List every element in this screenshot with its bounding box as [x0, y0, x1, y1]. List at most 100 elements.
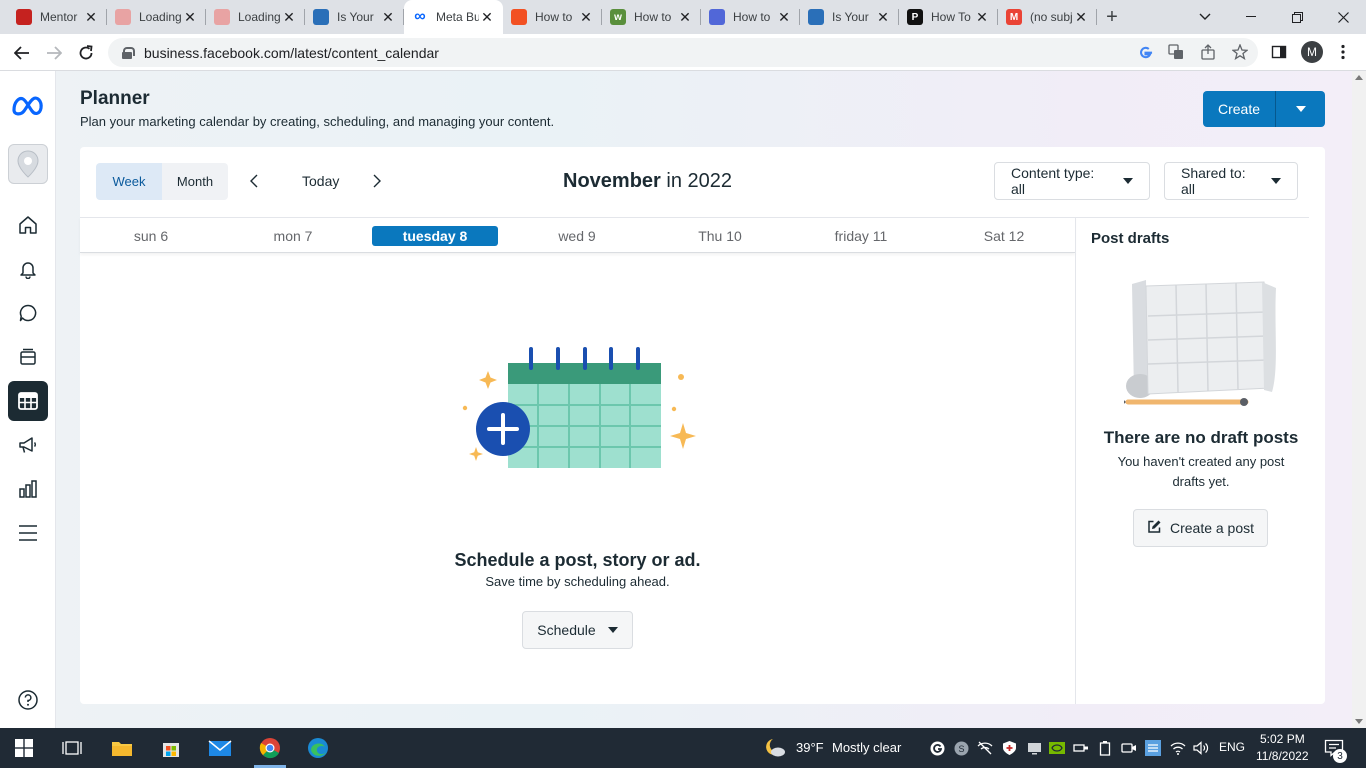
display-icon[interactable]: [1026, 740, 1042, 756]
create-post-button[interactable]: Create a post: [1133, 509, 1268, 547]
close-tab-icon[interactable]: ✕: [677, 9, 693, 26]
tab-title: How to: [634, 10, 672, 24]
inbox-chat-icon[interactable]: [8, 293, 48, 333]
browser-tab[interactable]: Mentor ✕: [8, 0, 107, 34]
create-button[interactable]: Create: [1203, 91, 1276, 127]
business-avatar[interactable]: [8, 144, 48, 184]
google-icon[interactable]: [1136, 43, 1154, 61]
webcam-icon[interactable]: [1121, 740, 1137, 756]
current-month-title: November in 2022: [563, 170, 732, 193]
security-shield-icon[interactable]: [1001, 740, 1017, 756]
close-tab-icon[interactable]: ✕: [83, 9, 99, 26]
network-off-icon[interactable]: [977, 740, 993, 756]
weather-temperature[interactable]: 39°F: [796, 740, 824, 755]
bookmark-star-icon[interactable]: [1231, 43, 1249, 61]
scroll-down-arrow-icon[interactable]: [1355, 719, 1363, 724]
ads-megaphone-icon[interactable]: [8, 425, 48, 465]
close-tab-icon[interactable]: ✕: [974, 9, 990, 26]
browser-tab[interactable]: w How to ✕: [602, 0, 701, 34]
app-tray-icon[interactable]: [1145, 740, 1161, 756]
skype-icon[interactable]: S: [953, 740, 969, 756]
close-tab-icon[interactable]: ✕: [479, 9, 495, 26]
browser-tab[interactable]: M (no subject)✕: [998, 0, 1097, 34]
post-drafts-title: Post drafts: [1091, 230, 1170, 247]
browser-tab[interactable]: Is Your ✕: [305, 0, 404, 34]
planner-icon[interactable]: [8, 381, 48, 421]
today-button[interactable]: Today: [302, 173, 339, 189]
create-dropdown-button[interactable]: [1276, 91, 1325, 127]
close-tab-icon[interactable]: ✕: [875, 9, 891, 26]
close-tab-icon[interactable]: ✕: [578, 9, 594, 26]
scroll-up-arrow-icon[interactable]: [1355, 75, 1363, 80]
chevron-down-icon: [607, 627, 618, 633]
task-view-icon[interactable]: [60, 736, 84, 760]
translate-icon[interactable]: [1167, 43, 1185, 61]
clock-date[interactable]: 11/8/2022: [1256, 749, 1309, 763]
content-icon[interactable]: [8, 337, 48, 377]
tab-search-icon[interactable]: [1182, 0, 1228, 34]
home-icon[interactable]: [8, 205, 48, 245]
address-bar[interactable]: business.facebook.com/latest/content_cal…: [108, 38, 1258, 67]
help-icon[interactable]: [8, 680, 48, 720]
volume-icon[interactable]: [1193, 740, 1209, 756]
reload-button[interactable]: [74, 41, 98, 65]
tab-favicon-icon: M: [1006, 9, 1022, 25]
battery-icon[interactable]: [1097, 740, 1113, 756]
wifi-icon[interactable]: [1170, 740, 1186, 756]
weather-description[interactable]: Mostly clear: [832, 740, 901, 755]
usb-device-icon[interactable]: [1073, 740, 1089, 756]
forward-button[interactable]: [42, 41, 66, 65]
browser-tab[interactable]: P How To ✕: [899, 0, 998, 34]
schedule-button[interactable]: Schedule: [522, 611, 633, 649]
all-tools-menu-icon[interactable]: [8, 513, 48, 553]
chrome-icon[interactable]: [257, 736, 283, 760]
input-language[interactable]: ENG: [1219, 740, 1245, 754]
nvidia-icon[interactable]: [1049, 740, 1065, 756]
new-tab-button[interactable]: +: [1097, 0, 1127, 34]
close-tab-icon[interactable]: ✕: [776, 9, 792, 26]
content-type-label: Content type: all: [1011, 165, 1095, 197]
clock-time[interactable]: 5:02 PM: [1260, 732, 1305, 746]
calendar-card: Week Month Today November in 2022 Conten…: [80, 147, 1325, 704]
close-tab-icon[interactable]: ✕: [182, 9, 198, 26]
close-tab-icon[interactable]: ✕: [281, 9, 297, 26]
minimize-button[interactable]: [1228, 0, 1274, 34]
close-window-button[interactable]: [1320, 0, 1366, 34]
meta-logo-icon[interactable]: [10, 93, 46, 120]
edge-icon[interactable]: [306, 736, 330, 760]
month-view-button[interactable]: Month: [162, 163, 228, 200]
close-tab-icon[interactable]: ✕: [1073, 9, 1089, 26]
share-icon[interactable]: [1199, 43, 1217, 61]
browser-tab[interactable]: Loading ✕: [107, 0, 206, 34]
chevron-down-icon: [1295, 106, 1306, 112]
content-type-filter[interactable]: Content type: all: [994, 162, 1150, 200]
page-scrollbar[interactable]: [1352, 71, 1366, 728]
browser-tab[interactable]: ∞ Meta Business✕: [404, 0, 503, 34]
grammarly-icon[interactable]: [929, 740, 945, 756]
mail-icon[interactable]: [208, 736, 232, 760]
browser-tab[interactable]: Is Your ✕: [800, 0, 899, 34]
browser-tab[interactable]: How to ✕: [503, 0, 602, 34]
back-button[interactable]: [10, 41, 34, 65]
notifications-bell-icon[interactable]: [8, 249, 48, 289]
browser-tab[interactable]: How to ✕: [701, 0, 800, 34]
tab-title: Loading: [139, 10, 182, 24]
previous-week-button[interactable]: [244, 171, 264, 191]
week-view-button[interactable]: Week: [96, 163, 162, 200]
insights-chart-icon[interactable]: [8, 469, 48, 509]
microsoft-store-icon[interactable]: [159, 736, 183, 760]
side-panel-icon[interactable]: [1270, 43, 1288, 61]
close-tab-icon[interactable]: ✕: [380, 9, 396, 26]
profile-avatar[interactable]: M: [1301, 41, 1323, 63]
browser-menu-icon[interactable]: [1334, 43, 1352, 61]
browser-tab[interactable]: Loading ✕: [206, 0, 305, 34]
restore-button[interactable]: [1274, 0, 1320, 34]
tab-favicon-icon: [214, 9, 230, 25]
windows-start-icon[interactable]: [12, 736, 36, 760]
file-explorer-icon[interactable]: [110, 736, 134, 760]
next-week-button[interactable]: [367, 171, 387, 191]
calendar-illustration: [458, 341, 698, 474]
edit-pencil-icon: [1147, 519, 1162, 537]
tab-favicon-icon: ∞: [414, 8, 426, 25]
shared-to-filter[interactable]: Shared to: all: [1164, 162, 1298, 200]
